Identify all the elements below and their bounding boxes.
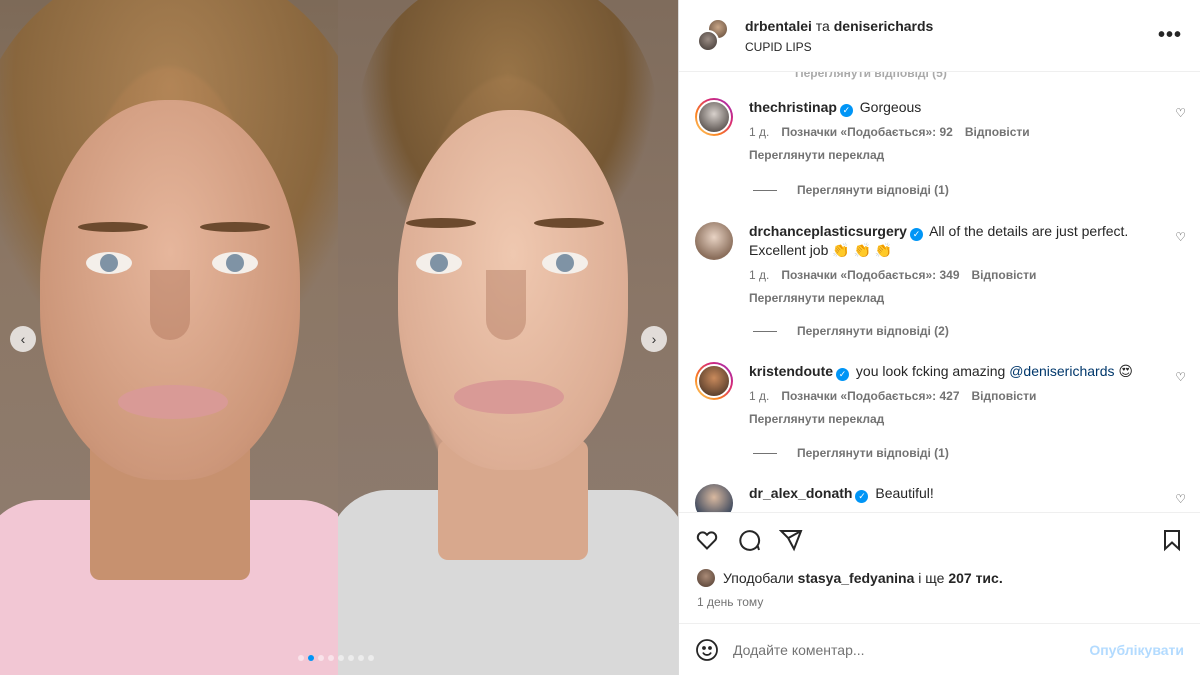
comment-item: thechristinap ✓ Gorgeous 1 д. Позначки «П… xyxy=(695,98,1186,165)
comment-like-button[interactable]: ♡ xyxy=(1175,492,1186,506)
carousel-prev-button[interactable]: ‹ xyxy=(10,326,36,352)
carousel-dot xyxy=(318,655,324,661)
post-actions xyxy=(679,512,1200,566)
reply-button[interactable]: Відповісти xyxy=(965,123,1030,142)
comment-age[interactable]: 1 д. xyxy=(749,387,769,406)
view-replies-link[interactable]: Переглянути відповіді (1) xyxy=(753,446,949,460)
view-replies-link[interactable]: Переглянути відповіді (1) xyxy=(753,183,949,197)
share-icon[interactable] xyxy=(779,528,803,552)
carousel-dots xyxy=(298,655,374,661)
comment-input[interactable] xyxy=(733,641,1090,658)
heart-icon: ♡ xyxy=(1175,370,1186,384)
post-audio-label[interactable]: CUPID LIPS xyxy=(745,40,1158,54)
heart-icon: ♡ xyxy=(1175,230,1186,244)
bookmark-icon[interactable] xyxy=(1160,528,1184,552)
comment-like-button[interactable]: ♡ xyxy=(1175,230,1186,244)
collab-avatars[interactable] xyxy=(697,17,731,54)
carousel-dot-active xyxy=(308,655,314,661)
carousel-dot xyxy=(338,655,344,661)
carousel-dot xyxy=(328,655,334,661)
heart-icon: ♡ xyxy=(1175,492,1186,506)
comment-username[interactable]: dr_alex_donath xyxy=(749,485,852,501)
view-replies-label: Переглянути відповіді (1) xyxy=(797,446,949,460)
comment-likes[interactable]: Позначки «Подобається»: 92 xyxy=(781,123,952,142)
comment-username[interactable]: kristendoute xyxy=(749,363,833,379)
collab-conjunction: та xyxy=(815,17,830,34)
author-username[interactable]: drbentalei xyxy=(745,18,812,34)
comment-text: you look fcking amazing xyxy=(855,363,1010,379)
publish-button[interactable]: Опублікувати xyxy=(1089,642,1184,658)
heart-icon[interactable] xyxy=(695,528,719,552)
avatar[interactable] xyxy=(695,484,733,512)
mention-link[interactable]: @deniserichards xyxy=(1009,363,1114,379)
verified-badge-icon: ✓ xyxy=(839,104,853,117)
verified-badge-icon: ✓ xyxy=(855,490,869,503)
carousel-dot xyxy=(298,655,304,661)
view-replies-label: Переглянути відповіді (1) xyxy=(797,183,949,197)
post-timestamp[interactable]: 1 день тому xyxy=(679,592,1200,612)
heart-icon: ♡ xyxy=(1175,106,1186,120)
avatar[interactable] xyxy=(697,29,719,52)
comment-item: kristendoute ✓ you look fcking amazing @d… xyxy=(695,362,1186,429)
avatar[interactable] xyxy=(695,362,733,400)
comment-composer: Опублікувати xyxy=(679,623,1200,675)
carousel-next-button[interactable]: › xyxy=(641,326,667,352)
carousel-dot xyxy=(358,655,364,661)
comments-list[interactable]: Переглянути відповіді (5) thechristinap ✓… xyxy=(679,72,1200,512)
view-replies-link[interactable]: Переглянути відповіді (2) xyxy=(753,324,949,338)
comment-text: Beautiful! xyxy=(875,485,934,501)
comment-item: drchanceplasticsurgery ✓ All of the detai… xyxy=(695,222,1186,308)
post-header: drbentalei та deniserichards CUPID LIPS … xyxy=(679,0,1200,72)
reply-button[interactable]: Відповісти xyxy=(972,266,1037,285)
comment-text: Gorgeous xyxy=(859,99,922,115)
carousel-dot xyxy=(348,655,354,661)
chevron-right-icon: › xyxy=(651,331,657,347)
more-options-button[interactable]: ••• xyxy=(1158,24,1182,47)
avatar[interactable] xyxy=(695,222,733,260)
post-media[interactable]: ‹ › xyxy=(0,0,678,675)
view-replies-link[interactable]: Переглянути відповіді (5) xyxy=(795,72,947,80)
see-translation-link[interactable]: Переглянути переклад xyxy=(749,289,1156,308)
reply-button[interactable]: Відповісти xyxy=(972,387,1037,406)
comment-username[interactable]: drchanceplasticsurgery xyxy=(749,223,907,239)
chevron-left-icon: ‹ xyxy=(20,331,26,347)
verified-badge-icon: ✓ xyxy=(836,368,850,381)
comment-username[interactable]: thechristinap xyxy=(749,99,837,115)
verified-badge-icon: ✓ xyxy=(909,228,923,241)
view-replies-label: Переглянути відповіді (2) xyxy=(797,324,949,338)
see-translation-link[interactable]: Переглянути переклад xyxy=(749,146,1156,165)
likes-suffix: і ще xyxy=(918,570,945,586)
liker-username[interactable]: stasya_fedyanina xyxy=(798,570,915,586)
post-side-panel: drbentalei та deniserichards CUPID LIPS … xyxy=(678,0,1200,675)
collab-username[interactable]: deniserichards xyxy=(834,18,934,34)
photo-after xyxy=(338,0,678,675)
avatar[interactable] xyxy=(695,98,733,136)
comment-like-button[interactable]: ♡ xyxy=(1175,106,1186,120)
likes-prefix: Уподобали xyxy=(723,570,794,586)
photo-before xyxy=(0,0,338,675)
comment-emoji: 😍 xyxy=(1114,363,1133,379)
comment-likes[interactable]: Позначки «Подобається»: 349 xyxy=(781,266,959,285)
emoji-icon[interactable] xyxy=(695,638,719,662)
comment-icon[interactable] xyxy=(737,528,761,552)
likes-count[interactable]: 207 тис. xyxy=(948,570,1002,586)
carousel-dot xyxy=(368,655,374,661)
avatar[interactable] xyxy=(697,569,715,587)
comment-like-button[interactable]: ♡ xyxy=(1175,370,1186,384)
comment-item: dr_alex_donath ✓ Beautiful! ♡ xyxy=(695,484,1186,512)
comment-age[interactable]: 1 д. xyxy=(749,266,769,285)
comment-likes[interactable]: Позначки «Подобається»: 427 xyxy=(781,387,959,406)
see-translation-link[interactable]: Переглянути переклад xyxy=(749,410,1156,429)
likes-summary: Уподобали stasya_fedyanina і ще 207 тис. xyxy=(679,566,1200,590)
comment-age[interactable]: 1 д. xyxy=(749,123,769,142)
